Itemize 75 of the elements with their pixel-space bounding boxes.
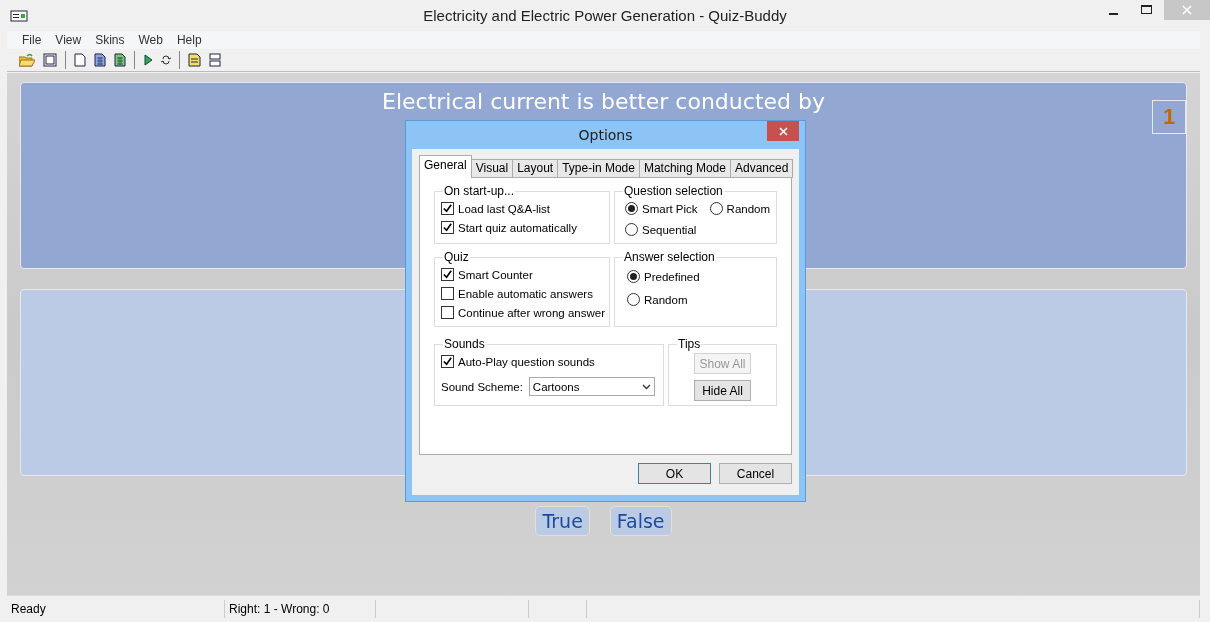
close-button[interactable] [767,121,799,141]
open-folder-icon[interactable] [19,53,35,67]
radio-option[interactable]: Predefined [621,265,770,288]
field-label: Sound Scheme: [441,380,523,393]
grid-document-icon[interactable] [114,53,126,67]
question-counter: 1 [1152,100,1186,134]
status-text: Right: 1 - Wrong: 0 [225,600,376,618]
radio-label: Predefined [644,270,700,283]
checkbox-option[interactable]: Auto-Play question sounds [441,352,657,371]
refresh-icon[interactable] [161,54,171,66]
checkbox-label: Continue after wrong answer [458,306,606,319]
radio-option[interactable]: Random [709,199,771,218]
checkbox-option[interactable]: Load last Q&A-list [441,199,603,218]
group-title: On start-up... [443,184,516,198]
group-title: Sounds [443,337,486,351]
radio-label: Sequential [642,223,697,236]
dialog-button[interactable]: Cancel [719,463,792,484]
checkbox-label: Enable automatic answers [458,287,593,300]
checkbox-label: Smart Counter [458,268,533,281]
radio-label: Random [726,202,771,215]
chevron-down-icon [641,383,651,390]
radio-button[interactable] [625,223,638,236]
question-text: Electrical current is better conducted by [382,89,825,114]
window-icon[interactable] [43,53,57,67]
checkbox[interactable] [441,287,454,300]
split-panel-icon[interactable] [209,53,221,67]
checkbox-option[interactable]: Start quiz automatically [441,218,603,237]
checkbox[interactable] [441,268,454,281]
menu-item[interactable]: Web [131,33,170,47]
tab[interactable]: General [419,155,472,178]
tab[interactable]: Type-in Mode [557,159,640,178]
play-icon[interactable] [143,54,153,66]
menu-item[interactable]: File [15,33,49,47]
dialog-button[interactable]: OK [638,463,711,484]
checkbox-label: Auto-Play question sounds [458,355,595,368]
radio-button[interactable] [625,202,638,215]
checkbox-option[interactable]: Smart Counter [441,265,603,284]
radio-option[interactable]: Random [621,288,770,311]
checkbox[interactable] [441,355,454,368]
group-title: Question selection [623,184,724,198]
sound-scheme-dropdown[interactable]: Cartoons [528,377,655,396]
app-icon [10,9,28,22]
radio-option[interactable]: Sequential [625,220,698,239]
checkbox-label: Load last Q&A-list [458,202,551,215]
answer-button[interactable]: True [535,506,590,536]
maximize-icon [1141,5,1153,15]
window-title: Electricity and Electric Power Generation - Quiz-Buddy [422,7,788,24]
checkbox-option[interactable]: Enable automatic answers [441,284,603,303]
note-icon[interactable] [188,53,201,67]
menu-item[interactable]: Help [169,33,209,47]
group-title: Answer selection [623,250,716,264]
menu-item[interactable]: Skins [88,33,132,47]
radio-option[interactable]: Smart Pick [625,199,698,218]
checkbox[interactable] [441,306,454,319]
radio-label: Smart Pick [642,202,698,215]
close-icon [778,126,788,136]
radio-button[interactable] [709,202,723,215]
minimize-icon [1108,12,1118,15]
menu-item[interactable]: View [48,33,89,47]
answer-button[interactable]: False [609,506,672,536]
radio-button[interactable] [627,293,640,306]
group-title: Quiz [443,250,470,264]
radio-label: Random [644,293,688,306]
dialog-title: Options [578,127,633,143]
group-title: Tips [677,337,702,351]
document-icon[interactable] [74,53,86,67]
radio-button[interactable] [627,270,640,283]
checkbox-option[interactable]: Continue after wrong answer [441,303,603,322]
status-text: Ready [7,600,225,618]
checkbox-label: Start quiz automatically [458,221,577,234]
checkbox[interactable] [441,202,454,215]
checkbox[interactable] [441,221,454,234]
close-icon [1182,5,1192,15]
tips-button[interactable]: Hide All [694,380,751,401]
grid-document-icon[interactable] [94,53,106,67]
